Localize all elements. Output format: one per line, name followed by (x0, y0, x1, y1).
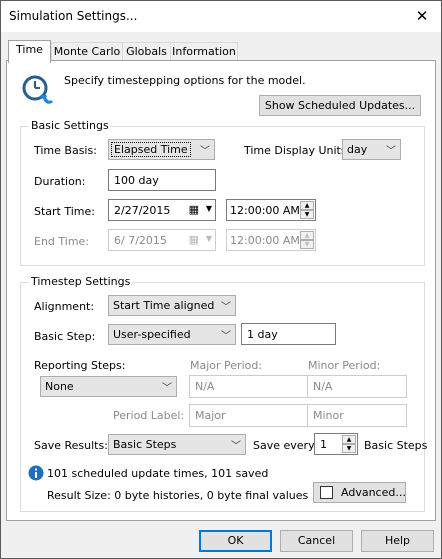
duration-value: 100 day (114, 174, 159, 187)
basic-step-label: Basic Step: (34, 330, 96, 343)
duration-field[interactable]: 100 day (108, 169, 216, 191)
save-every-spin-buttons[interactable]: ▲ ▼ (342, 435, 356, 453)
end-time-spin-buttons: ▲ ▼ (300, 231, 314, 249)
reporting-steps-value: None (45, 380, 74, 393)
advanced-label: Advanced... (341, 486, 406, 499)
period-label-minor-field[interactable]: Minor (307, 404, 407, 427)
start-time-spin-buttons[interactable]: ▲ ▼ (300, 201, 314, 219)
minor-period-field[interactable]: N/A (307, 375, 407, 398)
save-every-unit: Basic Steps (364, 439, 428, 452)
time-tab-panel: Specify timestepping options for the mod… (6, 60, 436, 521)
tab-globals[interactable]: Globals (122, 42, 171, 61)
chevron-down-icon[interactable]: ▼ (206, 204, 212, 213)
start-time-label: Start Time: (34, 205, 95, 218)
reporting-steps-dropdown[interactable]: None ﹀ (40, 376, 177, 397)
basic-step-amount-value: 1 day (247, 328, 278, 341)
calendar-icon: ▦ (188, 233, 199, 246)
header-description: Specify timestepping options for the mod… (64, 74, 306, 87)
reporting-steps-label: Reporting Steps: (34, 359, 126, 372)
basic-step-amount-field[interactable]: 1 day (241, 323, 336, 345)
timestep-settings-label: Timestep Settings (29, 275, 133, 288)
start-date-value: 2/27/2015 (114, 204, 171, 217)
alignment-value: Start Time aligned (113, 299, 215, 312)
chevron-down-icon: ﹀ (162, 383, 172, 394)
close-icon[interactable]: ✕ (403, 1, 441, 32)
tab-information[interactable]: Information (170, 42, 238, 61)
alignment-dropdown[interactable]: Start Time aligned ﹀ (108, 295, 236, 316)
start-time-spinner[interactable]: 12:00:00 AM ▲ ▼ (226, 199, 316, 221)
info-icon (28, 465, 44, 481)
display-units-dropdown[interactable]: day ﹀ (342, 139, 401, 160)
tab-time[interactable]: Time (8, 40, 51, 63)
time-basis-value: Elapsed Time (111, 142, 191, 157)
cancel-button[interactable]: Cancel (280, 530, 353, 552)
save-results-label: Save Results: (34, 439, 108, 452)
basic-step-dropdown[interactable]: User-specified ﹀ (108, 324, 236, 345)
minor-period-value: N/A (313, 380, 333, 393)
period-label-label: Period Label: (113, 409, 185, 422)
end-time-spinner[interactable]: 12:00:00 AM ▲ ▼ (226, 229, 316, 251)
result-size-text: Result Size: 0 byte histories, 0 byte fi… (47, 489, 309, 502)
advanced-button[interactable]: Advanced... (313, 482, 406, 503)
major-period-field[interactable]: N/A (189, 375, 315, 398)
period-label-major-field[interactable]: Major (189, 404, 315, 427)
chevron-down-icon: ﹀ (221, 331, 231, 342)
save-results-value: Basic Steps (113, 438, 177, 451)
chevron-down-icon: ﹀ (200, 146, 210, 157)
advanced-checkbox[interactable] (320, 486, 333, 499)
show-scheduled-updates-button[interactable]: Show Scheduled Updates... (259, 95, 421, 116)
basic-step-value: User-specified (113, 328, 191, 341)
minor-period-label: Minor Period: (308, 359, 381, 372)
end-time-label: End Time: (34, 235, 90, 248)
alignment-label: Alignment: (34, 300, 95, 313)
save-every-label: Save every (253, 439, 315, 452)
chevron-down-icon: ﹀ (386, 146, 396, 157)
calendar-icon[interactable]: ▦ (189, 203, 199, 216)
ok-button[interactable]: OK (199, 530, 272, 552)
start-date-picker[interactable]: 2/27/2015 ▦ ▼ (108, 199, 216, 221)
simulation-settings-dialog: Simulation Settings... ✕ Time Monte Carl… (0, 0, 442, 559)
major-period-label: Major Period: (190, 359, 263, 372)
end-date-picker[interactable]: 6/ 7/2015 ▦ ▼ (108, 229, 216, 251)
period-label-major-value: Major (195, 409, 226, 422)
chevron-down-icon: ▼ (205, 234, 212, 243)
display-units-value: day (347, 143, 368, 156)
time-basis-label: Time Basis: (34, 144, 97, 157)
period-label-minor-value: Minor (313, 409, 344, 422)
window-title: Simulation Settings... (9, 9, 138, 23)
tab-monte-carlo[interactable]: Monte Carlo (51, 42, 123, 61)
title-bar: Simulation Settings... ✕ (1, 1, 441, 32)
chevron-down-icon: ﹀ (221, 302, 231, 313)
time-basis-dropdown[interactable]: Elapsed Time ﹀ (108, 139, 215, 160)
scheduled-updates-summary: 101 scheduled update times, 101 saved (47, 467, 269, 480)
start-time-value: 12:00:00 AM (230, 204, 300, 217)
save-every-value: 1 (320, 438, 327, 451)
major-period-value: N/A (195, 380, 215, 393)
clock-wrench-icon (22, 75, 54, 105)
duration-label: Duration: (34, 175, 86, 188)
end-time-value: 12:00:00 AM (230, 234, 300, 247)
basic-settings-label: Basic Settings (29, 119, 111, 132)
display-units-label: Time Display Units: (244, 144, 351, 157)
save-results-dropdown[interactable]: Basic Steps ﹀ (108, 434, 246, 455)
chevron-down-icon: ﹀ (231, 441, 241, 452)
save-every-spinner[interactable]: 1 ▲ ▼ (314, 433, 358, 455)
help-button[interactable]: Help (361, 530, 434, 552)
end-date-value: 6/ 7/2015 (114, 234, 167, 247)
